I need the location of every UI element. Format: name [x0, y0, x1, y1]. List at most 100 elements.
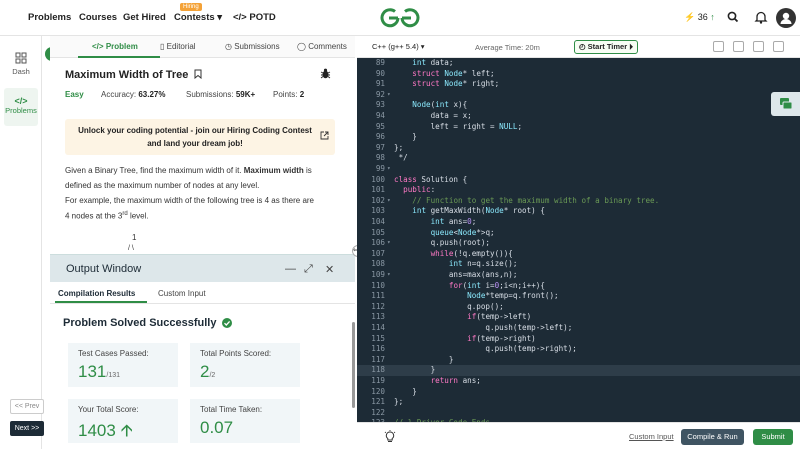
- code-line[interactable]: 99 ▾: [357, 164, 800, 175]
- code-text: q.push(root);: [394, 238, 491, 248]
- code-line[interactable]: 115 if(temp->right): [357, 334, 800, 345]
- gfg-logo[interactable]: [378, 6, 422, 30]
- line-number: 95: [375, 121, 385, 131]
- start-timer-button[interactable]: ◴ Start Timer ⏵: [574, 40, 638, 54]
- fold-arrow-icon[interactable]: ▾: [387, 164, 391, 175]
- stat-sub: /131: [106, 372, 120, 379]
- tab-comments[interactable]: ◯ Comments: [297, 42, 347, 51]
- code-line[interactable]: 118 }: [357, 365, 800, 376]
- fold-arrow-icon[interactable]: ▾: [387, 270, 391, 281]
- code-line[interactable]: 100 class Solution {: [357, 175, 800, 186]
- chat-icon: [780, 98, 793, 110]
- description-text: 4 nodes at the 3: [65, 211, 123, 221]
- code-line[interactable]: 91 struct Node* right;: [357, 79, 800, 90]
- chevron-down-icon: ▾: [420, 42, 425, 51]
- submit-button[interactable]: Submit: [753, 429, 793, 445]
- code-line[interactable]: 116 q.push(temp->right);: [357, 344, 800, 355]
- code-line[interactable]: 113 if(temp->left): [357, 312, 800, 323]
- code-line[interactable]: 108 int n=q.size();: [357, 259, 800, 270]
- line-number: 97: [375, 142, 385, 152]
- rail-dash-button[interactable]: Dash: [4, 52, 38, 76]
- nav-get-hired[interactable]: Get Hired: [123, 12, 166, 23]
- code-line[interactable]: 90 struct Node* left;: [357, 69, 800, 80]
- nav-problems[interactable]: Problems: [28, 12, 71, 23]
- clock-icon: ◴: [579, 42, 586, 51]
- user-avatar[interactable]: [776, 8, 796, 28]
- streak-counter[interactable]: ⚡ 36 ↑: [684, 12, 715, 23]
- chat-button[interactable]: [771, 92, 800, 116]
- code-line[interactable]: 97};: [357, 143, 800, 154]
- search-icon[interactable]: [725, 9, 741, 25]
- minimize-icon[interactable]: —: [285, 263, 296, 275]
- code-area[interactable]: 89 int data; 90 struct Node* left; 91 stru…: [357, 58, 800, 422]
- stat-value: 0.07: [200, 418, 233, 438]
- line-number: 93: [375, 100, 385, 110]
- bulb-icon[interactable]: [384, 430, 396, 443]
- stat-number: 1403: [78, 421, 116, 440]
- code-line[interactable]: 104 int ans=0;: [357, 217, 800, 228]
- nav-contests[interactable]: Contests ▾: [174, 12, 222, 23]
- line-number: 101: [371, 185, 385, 195]
- tab-custom-input[interactable]: Custom Input: [158, 289, 206, 298]
- nav-courses[interactable]: Courses: [79, 12, 117, 23]
- code-line[interactable]: 95 left = right = NULL;: [357, 122, 800, 133]
- code-line[interactable]: 101 public:: [357, 185, 800, 196]
- code-line[interactable]: 110 for(int i=0;i<n;i++){: [357, 281, 800, 292]
- code-line[interactable]: 89 int data;: [357, 58, 800, 69]
- custom-input-link[interactable]: Custom Input: [629, 432, 674, 441]
- code-line[interactable]: 106 ▾ q.push(root);: [357, 238, 800, 249]
- copy-icon[interactable]: [733, 41, 744, 52]
- rail-problems-button[interactable]: </> Problems: [4, 88, 38, 126]
- fold-arrow-icon[interactable]: ▾: [387, 238, 391, 249]
- tab-submissions[interactable]: ◷ Submissions: [225, 42, 280, 51]
- code-line[interactable]: 120 }: [357, 387, 800, 398]
- description-line: Given a Binary Tree, find the maximum wi…: [65, 165, 312, 176]
- accuracy-label: Accuracy:: [101, 90, 137, 99]
- bug-icon[interactable]: [320, 68, 331, 79]
- reset-icon[interactable]: [753, 41, 764, 52]
- bell-icon[interactable]: [753, 9, 769, 25]
- contest-banner[interactable]: Unlock your coding potential - join our …: [65, 119, 335, 155]
- code-text: if(temp->right): [467, 333, 536, 343]
- code-line[interactable]: 119 return ans;: [357, 376, 800, 387]
- settings-icon[interactable]: [773, 41, 784, 52]
- output-header: Output Window — ⤢ ✕: [50, 255, 355, 282]
- next-button[interactable]: Next >>: [10, 421, 44, 436]
- code-line[interactable]: 94 data = x;: [357, 111, 800, 122]
- code-line[interactable]: 121};: [357, 397, 800, 408]
- problem-title-row: Maximum Width of Tree: [65, 69, 202, 81]
- code-line[interactable]: 109 ▾ ans=max(ans,n);: [357, 270, 800, 281]
- prev-button[interactable]: << Prev: [10, 399, 44, 414]
- code-line[interactable]: 111 Node*temp=q.front();: [357, 291, 800, 302]
- code-text: public:: [403, 185, 436, 195]
- code-text: }: [394, 365, 436, 375]
- code-line[interactable]: 117 }: [357, 355, 800, 366]
- code-line[interactable]: 114 q.push(temp->left);: [357, 323, 800, 334]
- code-text: Node*temp=q.front();: [467, 291, 559, 301]
- fold-arrow-icon[interactable]: ▾: [387, 90, 391, 101]
- code-line[interactable]: 93 Node(int x){: [357, 100, 800, 111]
- line-number: 91: [375, 79, 385, 89]
- tab-compilation-results[interactable]: Compilation Results: [58, 289, 135, 298]
- code-line[interactable]: 96 }: [357, 132, 800, 143]
- bookmark-icon[interactable]: [194, 69, 202, 80]
- code-line[interactable]: 112 q.pop();: [357, 302, 800, 313]
- rail-problems-label: Problems: [5, 106, 37, 115]
- output-scrollbar[interactable]: [352, 322, 355, 408]
- tab-editorial[interactable]: ▯ Editorial: [160, 42, 196, 51]
- close-icon[interactable]: ✕: [325, 263, 334, 276]
- code-line[interactable]: 103 int getMaxWidth(Node* root) {: [357, 206, 800, 217]
- code-line[interactable]: 107 while(!q.empty()){: [357, 249, 800, 260]
- tab-problem[interactable]: </> Problem: [92, 42, 138, 51]
- compile-run-button[interactable]: Compile & Run: [681, 429, 744, 445]
- code-line[interactable]: 102 ▾ // Function to get the maximum widt…: [357, 196, 800, 207]
- code-line[interactable]: 105 queue<Node*>q;: [357, 228, 800, 239]
- code-line[interactable]: 122: [357, 408, 800, 419]
- fullscreen-icon[interactable]: [713, 41, 724, 52]
- language-select[interactable]: C++ (g++ 5.4) ▾: [372, 42, 425, 51]
- nav-potd[interactable]: </> POTD: [233, 12, 276, 23]
- code-line[interactable]: 98 */: [357, 153, 800, 164]
- code-line[interactable]: 92 ▾: [357, 90, 800, 101]
- fold-arrow-icon[interactable]: ▾: [387, 196, 391, 207]
- maximize-icon[interactable]: ⤢: [304, 263, 313, 276]
